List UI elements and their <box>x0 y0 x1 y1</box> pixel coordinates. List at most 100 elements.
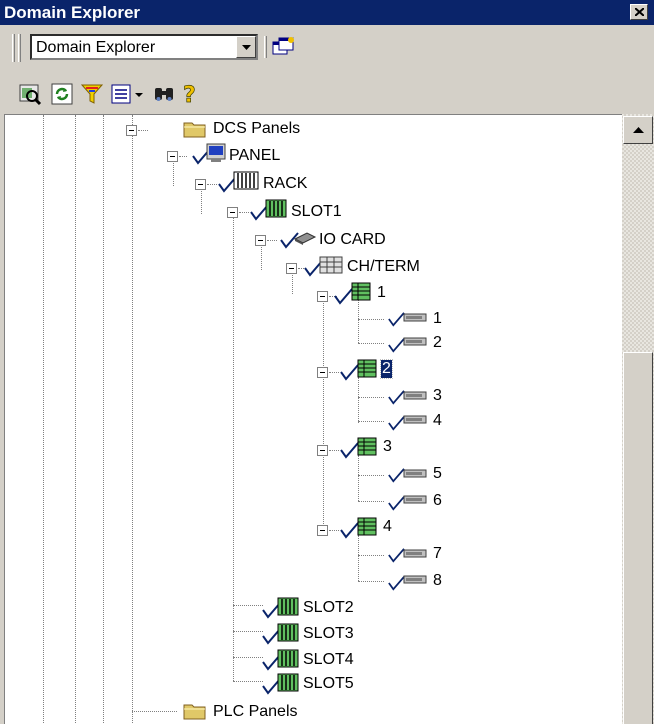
collapse-toggle[interactable] <box>286 263 297 274</box>
locate-icon[interactable] <box>18 82 42 106</box>
tree-item-slot5[interactable]: SLOT5 <box>303 675 354 693</box>
terminal-icon <box>403 469 427 478</box>
explorer-dropdown[interactable]: Domain Explorer <box>30 34 258 60</box>
dropdown-arrow-button[interactable] <box>236 36 256 58</box>
tree-item-io-card[interactable]: IO CARD <box>319 231 386 249</box>
refresh-icon[interactable] <box>50 82 74 106</box>
domain-tree[interactable]: DCS Panels PANEL RACK SLOT1 IO CARD CH/T… <box>4 114 654 724</box>
slot-icon <box>277 623 299 642</box>
tree-guide-line <box>233 681 263 682</box>
tree-item-dcs-panels[interactable]: DCS Panels <box>213 120 300 138</box>
check-icon <box>340 522 359 539</box>
domain-explorer-window: Domain Explorer Domain Explorer ? DCS Pa… <box>0 0 654 724</box>
tree-item-slot1[interactable]: SLOT1 <box>291 203 342 221</box>
tree-guide-line <box>358 319 384 320</box>
tree-guide-line <box>358 501 384 502</box>
tree-guide-line <box>267 240 277 241</box>
close-button[interactable] <box>630 4 648 20</box>
slot-icon <box>277 673 299 692</box>
slot-icon <box>277 597 299 616</box>
check-icon <box>340 364 359 381</box>
tree-item-panel[interactable]: PANEL <box>229 147 280 165</box>
tree-guide-line <box>358 297 359 343</box>
tree-guide-line <box>173 158 174 186</box>
tree-guide-line <box>323 298 324 526</box>
tree-guide-line <box>261 242 262 270</box>
tree-item-terminal[interactable]: 6 <box>433 492 442 510</box>
new-window-button[interactable] <box>272 36 296 58</box>
terminal-icon <box>403 313 427 322</box>
help-icon[interactable]: ? <box>178 82 202 106</box>
tree-guide-line <box>358 421 384 422</box>
scroll-up-button[interactable] <box>623 116 653 144</box>
collapse-toggle[interactable] <box>317 291 328 302</box>
tree-item-slot2[interactable]: SLOT2 <box>303 599 354 617</box>
collapse-toggle[interactable] <box>317 525 328 536</box>
window-title: Domain Explorer <box>4 3 141 22</box>
terminal-icon <box>403 575 427 584</box>
tree-item-terminal[interactable]: 5 <box>433 465 442 483</box>
check-icon <box>340 442 359 459</box>
collapse-toggle[interactable] <box>317 445 328 456</box>
title-bar[interactable]: Domain Explorer <box>0 0 654 25</box>
tree-item-terminal[interactable]: 4 <box>433 412 442 430</box>
tree-item-channel-selected[interactable]: 2 <box>380 359 393 379</box>
tree-item-slot4[interactable]: SLOT4 <box>303 651 354 669</box>
collapse-toggle[interactable] <box>227 207 238 218</box>
check-icon <box>334 288 353 305</box>
chevron-down-icon <box>242 45 251 50</box>
vertical-scrollbar[interactable] <box>622 114 654 724</box>
collapse-toggle[interactable] <box>167 151 178 162</box>
rack-icon <box>233 171 259 190</box>
tree-guide-line <box>358 377 359 423</box>
tree-item-channel[interactable]: 3 <box>383 438 392 456</box>
tree-guide-line <box>358 455 359 501</box>
scrollbar-thumb[interactable] <box>623 352 653 724</box>
tree-item-terminal[interactable]: 1 <box>433 310 442 328</box>
tree-item-terminal[interactable]: 8 <box>433 572 442 590</box>
filter-icon[interactable] <box>80 82 104 106</box>
tree-guide-line <box>43 115 44 724</box>
main-toolbar: ? <box>0 80 654 110</box>
collapse-toggle[interactable] <box>195 179 206 190</box>
tree-guide-line <box>329 530 339 531</box>
tree-guide-line <box>179 156 187 157</box>
tree-guide-line <box>239 212 249 213</box>
tree-item-channel[interactable]: 4 <box>383 518 392 536</box>
svg-text:?: ? <box>183 83 196 106</box>
tree-item-ch-term[interactable]: CH/TERM <box>347 258 420 276</box>
tree-guide-line <box>138 130 148 131</box>
tree-guide-line <box>329 372 339 373</box>
chevron-down-icon[interactable] <box>134 82 144 106</box>
close-icon <box>635 8 644 16</box>
toolbar-grip[interactable] <box>18 34 21 62</box>
chevron-up-icon <box>633 127 644 133</box>
collapse-toggle[interactable] <box>126 125 137 136</box>
tree-item-rack[interactable]: RACK <box>263 175 307 193</box>
tree-guide-line <box>132 711 177 712</box>
explorer-dropdown-value: Domain Explorer <box>36 39 156 56</box>
tree-item-terminal[interactable]: 7 <box>433 545 442 563</box>
find-icon[interactable] <box>152 82 176 106</box>
terminal-icon <box>403 549 427 558</box>
collapse-toggle[interactable] <box>255 235 266 246</box>
view-icon[interactable] <box>110 82 134 106</box>
tree-guide-line <box>207 184 217 185</box>
channel-icon <box>351 282 371 301</box>
toolbar-grip[interactable] <box>12 34 15 62</box>
channel-icon <box>357 359 377 378</box>
terminal-icon <box>403 391 427 400</box>
tree-item-plc-panels[interactable]: PLC Panels <box>213 703 298 721</box>
panel-icon <box>206 143 226 162</box>
tree-item-slot3[interactable]: SLOT3 <box>303 625 354 643</box>
tree-item-terminal[interactable]: 3 <box>433 387 442 405</box>
collapse-toggle[interactable] <box>317 367 328 378</box>
tree-guide-line <box>358 343 384 344</box>
tree-guide-line <box>358 535 359 581</box>
tree-guide-line <box>358 397 384 398</box>
slot-icon <box>265 199 287 218</box>
slot-icon <box>277 649 299 668</box>
tree-item-terminal[interactable]: 2 <box>433 334 442 352</box>
tree-guide-line <box>103 115 104 724</box>
tree-item-channel[interactable]: 1 <box>377 284 386 302</box>
